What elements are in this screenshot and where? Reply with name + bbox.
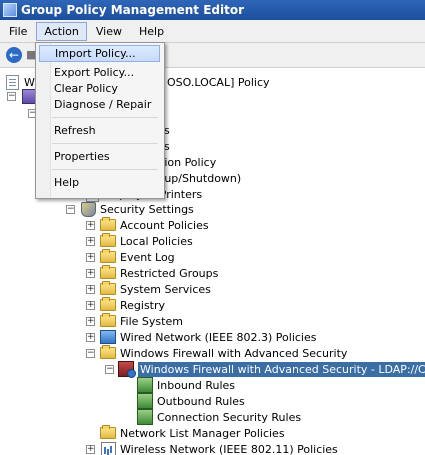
tree-item-label: Security Settings [100, 202, 194, 216]
tree-item-label: Account Policies [120, 218, 209, 232]
tree-item-system-services[interactable]: System Services [100, 281, 211, 297]
folder-icon [100, 345, 116, 361]
app-icon [3, 3, 17, 17]
collapse-icon[interactable]: − [105, 365, 114, 374]
folder-icon [100, 425, 116, 441]
tree-item-label-selected: Windows Firewall with Advanced Security … [138, 361, 425, 377]
expand-icon[interactable]: + [86, 317, 95, 326]
menu-item-import-policy[interactable]: Import Policy... [39, 45, 160, 62]
action-menu: Import Policy... Export Policy... Clear … [35, 42, 165, 199]
tree-item-file-system[interactable]: File System [100, 313, 183, 329]
tree-item-wireless-network[interactable]: Wireless Network (IEEE 802.11) Policies [100, 441, 338, 455]
tree-item-outbound-rules[interactable]: Outbound Rules [137, 393, 245, 409]
menu-item-help[interactable]: Help [39, 174, 160, 191]
folder-icon [100, 265, 116, 281]
tree-item-inbound-rules[interactable]: Inbound Rules [137, 377, 235, 393]
back-arrow-icon[interactable]: ← [6, 47, 22, 63]
collapse-icon[interactable]: − [66, 205, 75, 214]
collapse-icon[interactable]: − [86, 349, 95, 358]
window-title: Group Policy Management Editor [21, 3, 245, 17]
tree-item-label: Registry [120, 298, 166, 312]
expand-icon[interactable]: + [86, 221, 95, 230]
menu-help[interactable]: Help [131, 22, 172, 41]
expand-icon[interactable]: + [86, 333, 95, 342]
rules-icon [137, 393, 153, 409]
menu-item-clear-policy[interactable]: Clear Policy [39, 80, 160, 97]
tree-item-label: Windows Firewall with Advanced Security [120, 346, 348, 360]
menu-item-refresh[interactable]: Refresh [39, 122, 160, 139]
folder-icon [100, 233, 116, 249]
tree-partial-startup: tup/Shutdown) [160, 171, 242, 185]
expand-icon[interactable]: + [86, 445, 95, 454]
expand-icon[interactable]: + [86, 253, 95, 262]
menu-item-export-policy[interactable]: Export Policy... [39, 64, 160, 81]
collapse-icon[interactable]: − [7, 92, 16, 101]
tree-item-label: Event Log [120, 250, 175, 264]
tree-item-windows-firewall[interactable]: Windows Firewall with Advanced Security [100, 345, 347, 361]
document-icon [4, 74, 20, 90]
menu-bar: File Action View Help [0, 20, 425, 43]
menu-view[interactable]: View [88, 22, 130, 41]
tree-item-account-policies[interactable]: Account Policies [100, 217, 209, 233]
tree-item-label: Wireless Network (IEEE 802.11) Policies [120, 442, 338, 455]
tree-item-connection-security-rules[interactable]: Connection Security Rules [137, 409, 301, 425]
rules-icon [137, 377, 153, 393]
tree-partial-ion-policy: tion Policy [160, 155, 217, 169]
folder-icon [100, 297, 116, 313]
expand-icon[interactable]: + [86, 285, 95, 294]
tree-item-label: Restricted Groups [120, 266, 219, 280]
tree-policy-suffix: OSO.LOCAL] Policy [167, 75, 270, 89]
expand-icon[interactable]: + [86, 301, 95, 310]
tree-policy-label-row[interactable]: OSO.LOCAL] Policy [167, 74, 270, 90]
expand-icon[interactable]: + [86, 237, 95, 246]
menu-separator [52, 117, 158, 118]
tree-partial-row-4[interactable]: tup/Shutdown) [160, 170, 241, 186]
network-icon [100, 329, 116, 345]
tree-partial-row-3[interactable]: tion Policy [160, 154, 216, 170]
title-bar: Group Policy Management Editor [0, 0, 425, 20]
chart-icon [100, 441, 116, 455]
menu-file[interactable]: File [1, 22, 35, 41]
menu-separator [52, 169, 158, 170]
menu-item-diagnose-repair[interactable]: Diagnose / Repair [39, 96, 160, 113]
tree-item-security-settings[interactable]: Security Settings [80, 201, 194, 217]
shield-icon [80, 201, 96, 217]
tree-item-local-policies[interactable]: Local Policies [100, 233, 193, 249]
folder-icon [100, 281, 116, 297]
tree-item-event-log[interactable]: Event Log [100, 249, 175, 265]
tree-item-label: System Services [120, 282, 211, 296]
tree-item-label: Network List Manager Policies [120, 426, 285, 440]
menu-item-properties[interactable]: Properties [39, 148, 160, 165]
tree-item-label: File System [120, 314, 183, 328]
rules-icon [137, 409, 153, 425]
tree-item-label: Outbound Rules [157, 394, 245, 408]
tree-item-registry[interactable]: Registry [100, 297, 165, 313]
tree-item-label: Inbound Rules [157, 378, 236, 392]
firewall-icon [118, 361, 136, 378]
folder-icon [100, 313, 116, 329]
folder-icon [100, 217, 116, 233]
tree-item-firewall-ldap[interactable]: Windows Firewall with Advanced Security … [118, 361, 425, 378]
tree-root-label: W [24, 75, 35, 89]
tree-item-wired-network[interactable]: Wired Network (IEEE 802.3) Policies [100, 329, 317, 345]
menu-action[interactable]: Action [36, 21, 87, 41]
menu-separator [52, 143, 158, 144]
folder-icon [100, 249, 116, 265]
tree-item-network-list-manager[interactable]: Network List Manager Policies [100, 425, 285, 441]
expand-icon[interactable]: + [86, 269, 95, 278]
tree-item-restricted-groups[interactable]: Restricted Groups [100, 265, 218, 281]
tree-item-label: Connection Security Rules [157, 410, 302, 424]
tree-item-label: Local Policies [120, 234, 193, 248]
tree-item-label: Wired Network (IEEE 802.3) Policies [120, 330, 317, 344]
